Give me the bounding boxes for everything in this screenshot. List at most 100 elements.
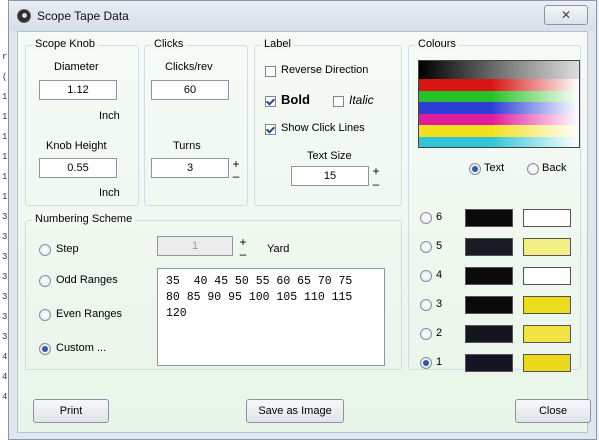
colour-row-label: 6 bbox=[436, 211, 443, 223]
italic-checkbox[interactable] bbox=[333, 96, 344, 107]
show-click-lines-checkbox[interactable] bbox=[265, 124, 276, 135]
back-colour-swatch[interactable] bbox=[523, 267, 571, 285]
text-colour-swatch[interactable] bbox=[465, 209, 513, 227]
gradient-stripe bbox=[419, 137, 579, 147]
odd-ranges-radio[interactable] bbox=[39, 275, 51, 287]
back-colour-swatch[interactable] bbox=[523, 209, 571, 227]
background-text-fragment: ( bbox=[2, 72, 8, 82]
scope-tape-window: Scope Tape Data ✕ Scope Knob Diameter 1.… bbox=[8, 0, 597, 440]
colour-row-radio[interactable] bbox=[420, 212, 432, 224]
text-size-increment[interactable]: + bbox=[371, 165, 381, 177]
background-text-fragment: 3 bbox=[2, 272, 8, 282]
back-colour-label: Back bbox=[542, 162, 567, 174]
odd-ranges-label: Odd Ranges bbox=[56, 274, 118, 286]
knob-height-input[interactable]: 0.55 bbox=[39, 158, 117, 178]
colour-row-label: 1 bbox=[436, 356, 443, 368]
back-colour-swatch[interactable] bbox=[523, 296, 571, 314]
turns-input[interactable]: 3 bbox=[151, 158, 229, 178]
background-text-fragment: r bbox=[2, 52, 8, 62]
bold-checkbox[interactable] bbox=[265, 96, 276, 107]
reverse-direction-label: Reverse Direction bbox=[281, 64, 369, 76]
clicks-per-rev-input[interactable]: 60 bbox=[151, 80, 229, 100]
background-text-fragment: 1 bbox=[2, 92, 8, 102]
background-text-fragment: 4 bbox=[2, 352, 8, 362]
gradient-stripe bbox=[419, 102, 579, 115]
turns-increment[interactable]: + bbox=[231, 158, 241, 170]
text-size-input[interactable]: 15 bbox=[291, 166, 369, 186]
text-colour-label: Text bbox=[484, 162, 505, 174]
gradient-stripe bbox=[419, 113, 579, 126]
text-size-label: Text Size bbox=[307, 150, 352, 162]
colour-row-label: 2 bbox=[436, 327, 443, 339]
back-colour-swatch[interactable] bbox=[523, 354, 571, 372]
colour-row-label: 5 bbox=[436, 240, 443, 252]
app-icon bbox=[17, 9, 31, 23]
print-button[interactable]: Print bbox=[33, 399, 109, 423]
back-colour-swatch[interactable] bbox=[523, 325, 571, 343]
background-text-fragment: 3 bbox=[2, 212, 8, 222]
text-colour-swatch[interactable] bbox=[465, 296, 513, 314]
turns-label: Turns bbox=[173, 140, 201, 152]
colour-row-label: 4 bbox=[436, 269, 443, 281]
back-colour-swatch[interactable] bbox=[523, 238, 571, 256]
gradient-stripe-gray bbox=[419, 61, 579, 79]
colour-row-radio[interactable] bbox=[420, 241, 432, 253]
step-unit: Yard bbox=[267, 243, 290, 255]
text-colour-swatch[interactable] bbox=[465, 325, 513, 343]
numbering-scheme-group-label: Numbering Scheme bbox=[32, 213, 136, 225]
background-text-fragment: 3 bbox=[2, 312, 8, 322]
text-colour-swatch[interactable] bbox=[465, 238, 513, 256]
scope-knob-group: Scope Knob Diameter 1.12 Inch Knob Heigh… bbox=[25, 38, 139, 206]
background-text-fragment: 4 bbox=[2, 372, 8, 382]
colour-row-radio[interactable] bbox=[420, 357, 432, 369]
gradient-stripe bbox=[419, 125, 579, 138]
even-ranges-label: Even Ranges bbox=[56, 308, 123, 320]
title-bar: Scope Tape Data ✕ bbox=[9, 1, 596, 31]
step-input[interactable]: 1 bbox=[157, 236, 233, 256]
text-colour-swatch[interactable] bbox=[465, 267, 513, 285]
background-text-fragment: 1 bbox=[2, 132, 8, 142]
text-colour-radio[interactable] bbox=[469, 163, 481, 175]
custom-radio[interactable] bbox=[39, 343, 51, 355]
step-decrement[interactable]: – bbox=[238, 248, 248, 260]
background-text-fragment: 1 bbox=[2, 152, 8, 162]
label-group-label: Label bbox=[261, 38, 294, 50]
colour-row-radio[interactable] bbox=[420, 270, 432, 282]
even-ranges-radio[interactable] bbox=[39, 309, 51, 321]
diameter-unit: Inch bbox=[99, 110, 120, 122]
window-close-button[interactable]: ✕ bbox=[544, 5, 588, 25]
text-size-decrement[interactable]: – bbox=[371, 178, 381, 190]
colour-row-radio[interactable] bbox=[420, 328, 432, 340]
background-text-fragment: 3 bbox=[2, 252, 8, 262]
background-text-fragment: 1 bbox=[2, 172, 8, 182]
clicks-per-rev-label: Clicks/rev bbox=[165, 61, 213, 73]
step-radio[interactable] bbox=[39, 244, 51, 256]
save-as-image-button[interactable]: Save as Image bbox=[246, 399, 344, 423]
back-colour-radio[interactable] bbox=[527, 163, 539, 175]
text-colour-swatch[interactable] bbox=[465, 354, 513, 372]
background-text-fragment: 1 bbox=[2, 192, 8, 202]
background-text-fragment: 3 bbox=[2, 332, 8, 342]
background-text-fragment: 3 bbox=[2, 232, 8, 242]
knob-height-label: Knob Height bbox=[46, 140, 107, 152]
colour-row-radio[interactable] bbox=[420, 299, 432, 311]
diameter-label: Diameter bbox=[54, 61, 99, 73]
step-increment[interactable]: + bbox=[238, 236, 248, 248]
knob-height-unit: Inch bbox=[99, 187, 120, 199]
show-click-lines-label: Show Click Lines bbox=[281, 122, 365, 134]
colours-group: Colours Text Back 6 5 4 3 2 1 bbox=[408, 38, 581, 372]
turns-decrement[interactable]: – bbox=[231, 170, 241, 182]
gradient-stripe bbox=[419, 79, 579, 91]
custom-numbers-textarea[interactable]: 35 40 45 50 55 60 65 70 75 80 85 90 95 1… bbox=[157, 268, 385, 366]
close-button[interactable]: Close bbox=[515, 399, 591, 423]
diameter-input[interactable]: 1.12 bbox=[39, 80, 117, 100]
reverse-direction-checkbox[interactable] bbox=[265, 66, 276, 77]
italic-label: Italic bbox=[349, 93, 374, 107]
background-text-fragment: 4 bbox=[2, 392, 8, 402]
colours-group-label: Colours bbox=[415, 38, 459, 50]
clicks-group: Clicks Clicks/rev 60 Turns 3 + – bbox=[144, 38, 248, 206]
step-label: Step bbox=[56, 243, 79, 255]
background-text-fragment: 3 bbox=[2, 292, 8, 302]
colour-gradient-preview[interactable] bbox=[418, 60, 580, 148]
window-title: Scope Tape Data bbox=[37, 9, 129, 23]
